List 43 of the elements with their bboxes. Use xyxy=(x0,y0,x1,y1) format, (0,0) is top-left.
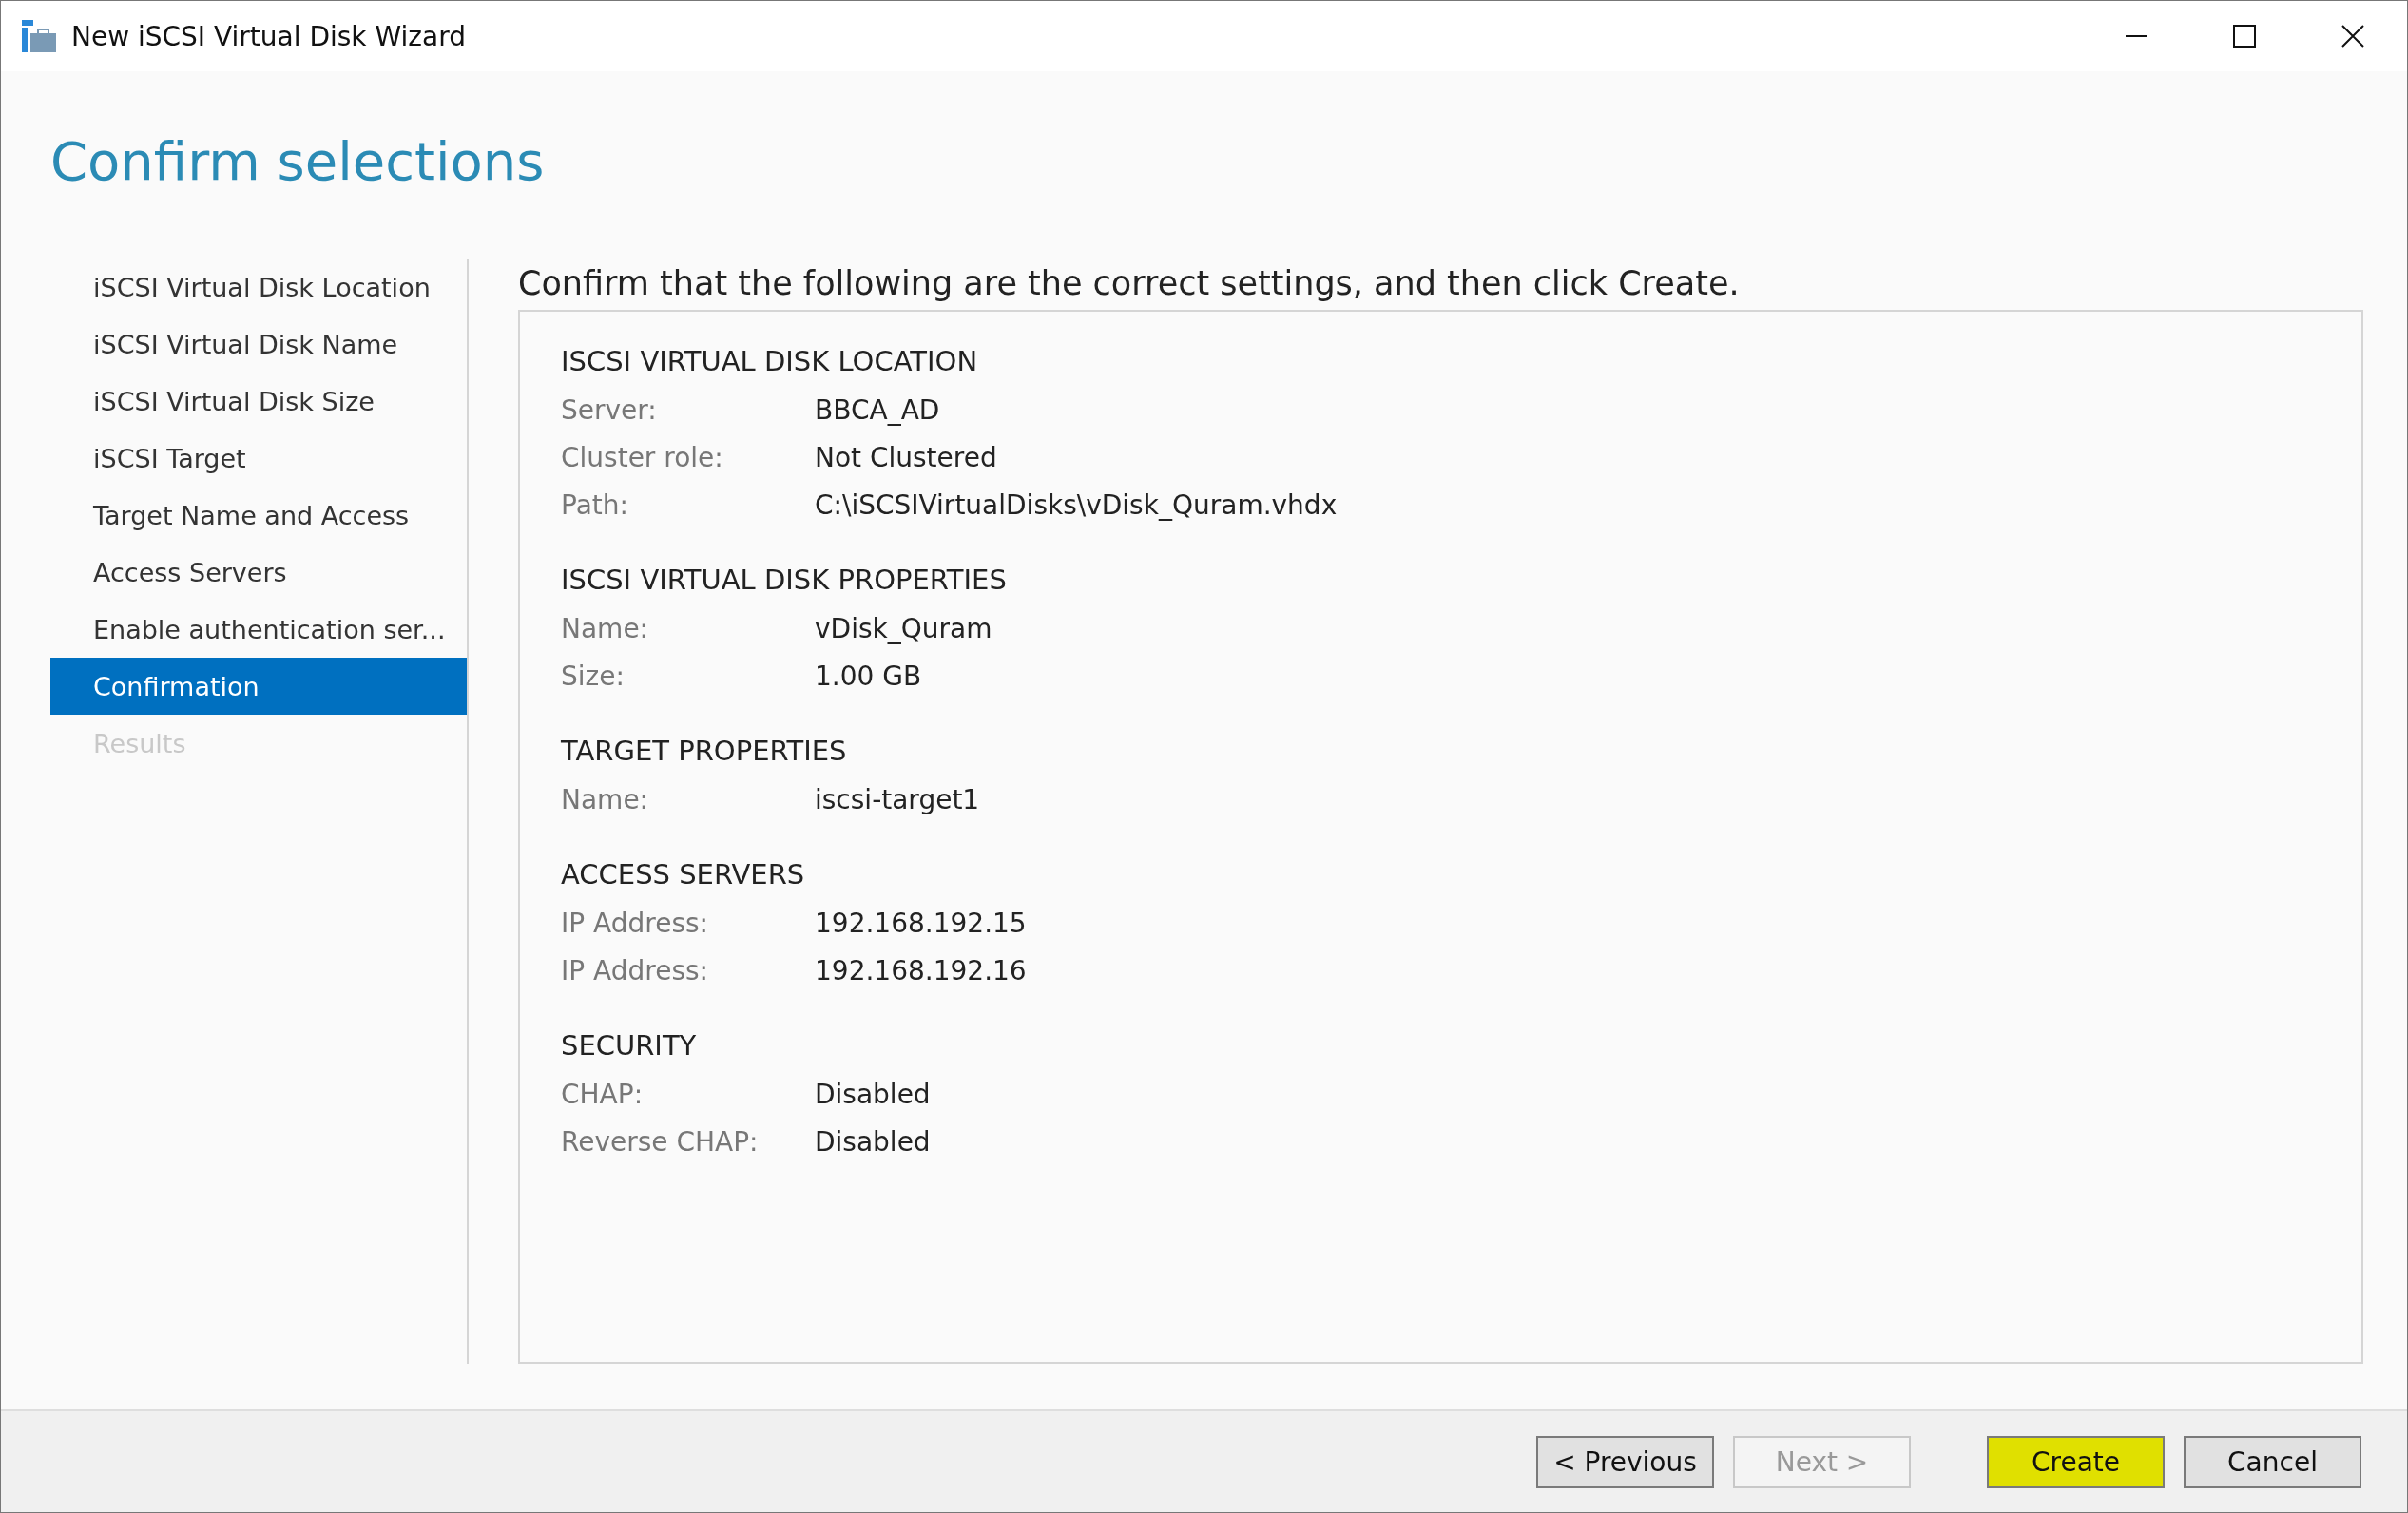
wizard-button[interactable]: Cancel xyxy=(2184,1435,2361,1488)
section-heading: ACCESS SERVERS xyxy=(561,857,806,892)
field-label: IP Address: xyxy=(561,954,709,986)
field-value: vDisk_Quram xyxy=(815,612,992,644)
field-value: 192.168.192.16 xyxy=(815,954,1027,986)
wizard-button[interactable]: < Previous xyxy=(1536,1435,1714,1488)
server-toolbox-icon xyxy=(22,20,56,52)
field-value: Not Clustered xyxy=(815,441,997,473)
field-label: Size: xyxy=(561,660,626,692)
wizard-step[interactable]: Enable authentication ser... xyxy=(50,601,467,658)
section-heading: ISCSI VIRTUAL DISK PROPERTIES xyxy=(561,563,1008,598)
field-value: Disabled xyxy=(815,1078,931,1110)
field-label: CHAP: xyxy=(561,1078,645,1110)
field-value: BBCA_AD xyxy=(815,393,940,426)
field-label: Server: xyxy=(561,393,658,426)
wizard-step[interactable]: iSCSI Virtual Disk Location xyxy=(50,259,467,316)
minimize-icon xyxy=(2126,35,2147,37)
field-label: Reverse CHAP: xyxy=(561,1125,760,1158)
wizard-step[interactable]: iSCSI Target xyxy=(50,430,467,487)
window-title: New iSCSI Virtual Disk Wizard xyxy=(71,20,467,52)
section-heading: ISCSI VIRTUAL DISK LOCATION xyxy=(561,344,979,379)
maximize-icon xyxy=(2232,24,2257,48)
wizard-step[interactable]: Confirmation xyxy=(50,658,467,715)
wizard-step[interactable]: iSCSI Virtual Disk Name xyxy=(50,316,467,373)
field-value: Disabled xyxy=(815,1125,931,1158)
field-value: 192.168.192.15 xyxy=(815,907,1027,939)
field-value: C:\iSCSIVirtualDisks\vDisk_Quram.vhdx xyxy=(815,488,1338,521)
instruction-text: Confirm that the following are the correct settings, and then click Create. xyxy=(518,264,1741,304)
field-value: 1.00 GB xyxy=(815,660,922,692)
section-heading: TARGET PROPERTIES xyxy=(561,734,848,769)
wizard-button[interactable]: Create xyxy=(1987,1435,2165,1488)
field-label: Cluster role: xyxy=(561,441,724,473)
field-label: Name: xyxy=(561,783,650,815)
wizard-step[interactable]: Access Servers xyxy=(50,544,467,601)
field-label: Path: xyxy=(561,488,629,521)
field-label: IP Address: xyxy=(561,907,709,939)
field-label: Name: xyxy=(561,612,650,644)
close-icon xyxy=(2341,24,2365,48)
field-value: iscsi-target1 xyxy=(815,783,980,815)
section-heading: SECURITY xyxy=(561,1028,698,1063)
wizard-step[interactable]: iSCSI Virtual Disk Size xyxy=(50,373,467,430)
wizard-step[interactable]: Target Name and Access xyxy=(50,487,467,544)
page-title: Confirm selections xyxy=(49,129,546,194)
